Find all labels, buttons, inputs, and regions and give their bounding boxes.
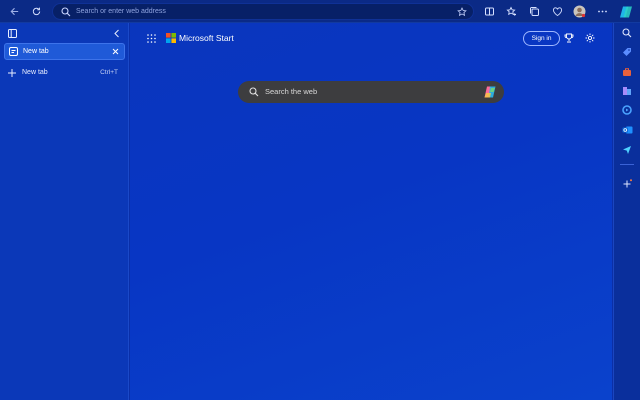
sidebar-games-button[interactable] [620,84,634,98]
sidebar-divider [620,164,634,165]
collapse-pane-icon[interactable] [113,29,121,38]
search-placeholder: Search the web [265,87,318,96]
browser-window: Search or enter web address New tab New … [0,0,640,400]
new-tab-label: New tab [22,69,48,76]
collections-button[interactable] [526,3,543,20]
copilot-search-icon[interactable] [483,85,497,99]
refresh-button[interactable] [28,3,45,20]
microsoft-logo-icon [166,33,176,43]
tabs-pane-header [0,23,129,42]
games-chess-icon [623,87,631,95]
split-screen-icon [485,7,494,16]
page-brand-title: Microsoft Start [179,33,234,43]
more-dots-icon [598,10,607,13]
shopping-tag-icon [623,48,631,56]
favorites-button[interactable] [503,3,520,20]
back-arrow-icon [10,7,19,16]
app-launcher-icon[interactable] [147,34,156,43]
sidebar-customize-button[interactable] [620,177,634,191]
heart-shield-icon [553,7,562,17]
new-tab-page-icon [9,47,18,56]
plus-icon [623,179,632,188]
close-icon[interactable] [112,48,119,55]
new-tab-shortcut: Ctrl+T [100,69,118,76]
settings-and-more-button[interactable] [594,3,611,20]
toolbox-icon [623,68,631,76]
sidebar-outlook-button[interactable] [620,123,634,137]
tab-new-tab[interactable]: New tab [4,43,125,60]
refresh-icon [32,7,41,16]
new-tab-page: Microsoft Start Sign in Search the web [130,23,612,400]
split-screen-button[interactable] [481,3,498,20]
address-placeholder: Search or enter web address [76,8,166,15]
profile-button[interactable] [571,3,588,20]
vertical-tabs-pane: New tab New tab Ctrl+T [0,23,129,400]
avatar [573,5,586,18]
microsoft-365-icon [622,105,632,115]
plus-icon [8,69,16,77]
sidebar-drop-button[interactable] [620,143,634,157]
search-icon [61,7,71,17]
sign-in-button[interactable]: Sign in [523,31,560,46]
browser-essentials-button[interactable] [549,3,566,20]
new-tab-button[interactable]: New tab Ctrl+T [4,66,125,80]
copilot-icon [619,6,632,17]
favorite-star-icon[interactable] [457,7,467,17]
collections-icon [530,7,539,16]
copilot-button[interactable] [617,3,634,20]
favorites-icon [506,6,516,16]
rewards-trophy-icon[interactable] [564,33,574,43]
sidebar-tools-button[interactable] [620,65,634,79]
address-bar[interactable]: Search or enter web address [52,3,474,20]
page-header: Microsoft Start Sign in [130,23,612,55]
page-settings-gear-icon[interactable] [585,33,595,43]
back-button[interactable] [6,3,23,20]
tab-label: New tab [23,48,49,55]
outlook-icon [622,126,632,134]
tab-actions-icon[interactable] [8,29,17,38]
sidebar-search-button[interactable] [620,26,634,40]
web-search-box[interactable]: Search the web [238,81,504,103]
search-icon [622,28,632,38]
send-drop-icon [623,146,631,154]
browser-toolbar: Search or enter web address [0,0,640,23]
sidebar-shopping-button[interactable] [620,45,634,59]
search-icon [249,87,259,97]
sidebar-copilot-button[interactable] [620,103,634,117]
edge-sidebar [613,23,640,400]
